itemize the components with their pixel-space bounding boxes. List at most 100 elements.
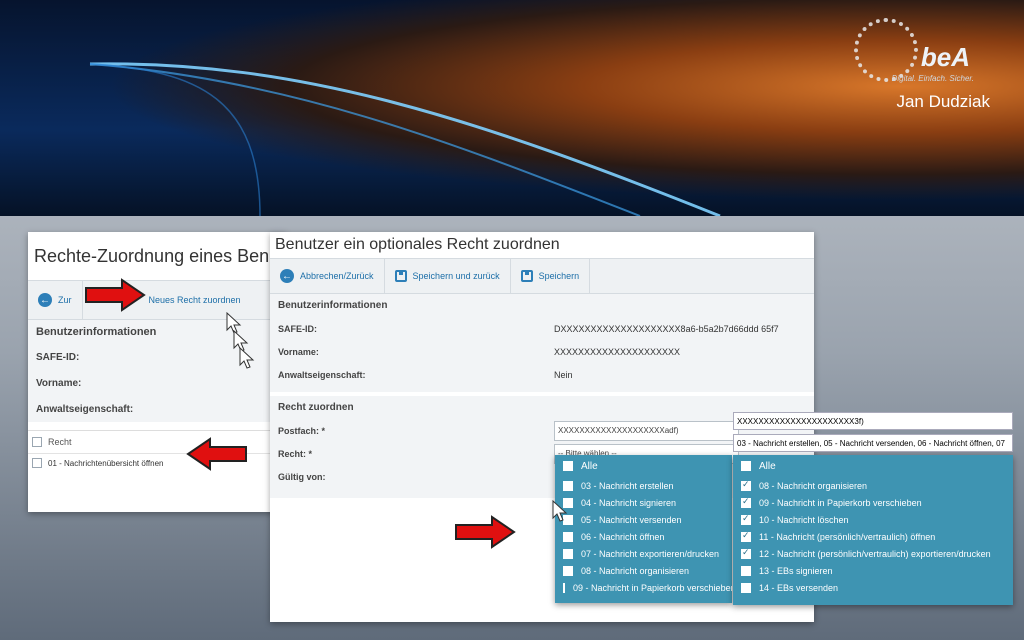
user-info-section: Benutzerinformationen SAFE-ID: DXXXXXXXX… <box>270 294 814 392</box>
lawyer-row: Anwaltseigenschaft: <box>28 396 286 422</box>
option-label: 09 - Nachricht in Papierkorb verschieben <box>573 582 732 593</box>
option-checkbox[interactable] <box>741 479 751 491</box>
lawyer-row: Anwaltseigenschaft: Nein <box>270 363 814 386</box>
field-label: SAFE-ID: <box>278 323 317 334</box>
cancel-label: Abbrechen/Zurück <box>300 271 374 281</box>
option-label: Alle <box>581 460 598 472</box>
option-all[interactable]: Alle <box>555 455 732 477</box>
field-label: Anwaltseigenschaft: <box>36 403 134 415</box>
list-item[interactable]: 03 - Nachricht erstellen <box>555 477 732 494</box>
firstname-value: XXXXXXXXXXXXXXXXXXXXX <box>554 346 681 357</box>
option-label: 08 - Nachricht organisieren <box>581 565 690 576</box>
option-checkbox[interactable] <box>741 565 751 576</box>
presentation-banner: beA Digital. Einfach. Sicher. Jan Dudzia… <box>0 0 1024 216</box>
save-back-label: Speichern und zurück <box>412 271 500 281</box>
cancel-back-button[interactable]: ← Abbrechen/Zurück <box>270 259 385 293</box>
option-checkbox[interactable] <box>563 582 565 593</box>
option-checkbox[interactable] <box>741 530 751 542</box>
option-label: 03 - Nachricht erstellen <box>581 480 674 491</box>
save-disk-icon <box>520 270 533 282</box>
option-label: 05 - Nachricht versenden <box>581 514 682 525</box>
firstname-row: Vorname: <box>28 370 286 396</box>
option-label: 06 - Nachricht öffnen <box>581 531 665 542</box>
list-item[interactable]: 08 - Nachricht organisieren <box>733 477 1013 494</box>
option-label: 04 - Nachricht signieren <box>581 497 677 508</box>
recht-selected-summary[interactable]: 03 - Nachricht erstellen, 05 - Nachricht… <box>733 434 1013 452</box>
option-checkbox[interactable] <box>563 480 573 491</box>
safe-id-row: SAFE-ID: DXXXXXXXXXXXXXXXXXXXX8a6-b5a2b7… <box>270 317 814 340</box>
field-label: Recht: * <box>278 448 313 459</box>
bea-emblem-icon <box>854 18 918 82</box>
bea-logo: beA Digital. Einfach. Sicher. Jan Dudzia… <box>840 18 990 118</box>
option-label: Alle <box>759 460 776 472</box>
option-label: 11 - Nachricht (persönlich/vertraulich) … <box>759 531 936 542</box>
list-item[interactable]: 12 - Nachricht (persönlich/vertraulich) … <box>733 545 1013 562</box>
option-checkbox[interactable] <box>741 547 751 559</box>
lawyer-value: Nein <box>554 369 573 380</box>
page-title: Rechte-Zuordnung eines Benu <box>34 246 280 266</box>
field-label: Anwaltseigenschaft: <box>278 369 366 380</box>
brand-name: beA <box>920 42 970 72</box>
page-title: Benutzer ein optionales Recht zuordnen <box>275 236 560 253</box>
red-arrow-icon <box>85 278 146 312</box>
list-item[interactable]: 11 - Nachricht (persönlich/vertraulich) … <box>733 528 1013 545</box>
option-label: 07 - Nachricht exportieren/drucken <box>581 548 720 559</box>
option-all[interactable]: Alle <box>733 455 1013 477</box>
list-item[interactable]: 09 - Nachricht in Papierkorb verschieben <box>733 494 1013 511</box>
brand-tagline: Digital. Einfach. Sicher. <box>891 74 974 83</box>
save-and-back-button[interactable]: Speichern und zurück <box>385 259 511 293</box>
option-checkbox[interactable] <box>741 461 751 471</box>
mouse-cursor-icon <box>239 347 255 369</box>
option-label: 10 - Nachricht löschen <box>759 514 849 525</box>
recht-dropdown-list[interactable]: Alle 03 - Nachricht erstellen 04 - Nachr… <box>555 455 732 603</box>
select-all-checkbox[interactable] <box>32 437 42 447</box>
list-item[interactable]: 05 - Nachricht versenden <box>555 511 732 528</box>
list-item[interactable]: 14 - EBs versenden <box>733 579 1013 596</box>
field-label: Vorname: <box>278 346 319 357</box>
save-label: Speichern <box>538 271 580 281</box>
section-heading: Benutzerinformationen <box>278 300 388 311</box>
safe-id-value: DXXXXXXXXXXXXXXXXXXXX8a6-b5a2b7d66ddd 65… <box>554 323 779 334</box>
option-checkbox[interactable] <box>563 565 573 576</box>
firstname-row: Vorname: XXXXXXXXXXXXXXXXXXXXX <box>270 340 814 363</box>
postfach-select-overlay[interactable]: XXXXXXXXXXXXXXXXXXXXXX3f) <box>733 412 1013 430</box>
option-label: 09 - Nachricht in Papierkorb verschieben <box>759 497 922 508</box>
new-right-label: Neues Recht zuordnen <box>148 295 241 305</box>
row-label: 01 - Nachrichtenübersicht öffnen <box>48 458 164 468</box>
column-header-recht: Recht <box>48 437 72 447</box>
list-item[interactable]: 09 - Nachricht in Papierkorb verschieben <box>555 579 732 596</box>
field-label: Vorname: <box>36 377 82 389</box>
option-checkbox[interactable] <box>563 531 573 542</box>
option-label: 13 - EBs signieren <box>759 565 833 576</box>
save-button[interactable]: Speichern <box>511 259 591 293</box>
option-checkbox[interactable] <box>741 513 751 525</box>
option-label: 14 - EBs versenden <box>759 582 839 593</box>
list-item[interactable]: 04 - Nachricht signieren <box>555 494 732 511</box>
option-checkbox[interactable] <box>563 461 573 471</box>
option-checkbox[interactable] <box>741 496 751 508</box>
row-checkbox[interactable] <box>32 458 42 468</box>
list-item[interactable]: 06 - Nachricht öffnen <box>555 528 732 545</box>
recht-dropdown-list-checked[interactable]: Alle 08 - Nachricht organisieren 09 - Na… <box>733 455 1013 605</box>
option-checkbox[interactable] <box>563 548 573 559</box>
option-label: 08 - Nachricht organisieren <box>759 480 868 491</box>
field-label: Gültig von: <box>278 471 326 482</box>
back-label: Zur <box>58 295 72 305</box>
back-button[interactable]: ← Zur <box>28 281 83 319</box>
back-arrow-icon: ← <box>280 269 294 283</box>
list-item[interactable]: 07 - Nachricht exportieren/drucken <box>555 545 732 562</box>
list-item[interactable]: 10 - Nachricht löschen <box>733 511 1013 528</box>
presenter-name: Jan Dudziak <box>896 92 990 111</box>
mouse-cursor-icon <box>552 500 568 522</box>
list-item[interactable]: 08 - Nachricht organisieren <box>555 562 732 579</box>
red-arrow-icon <box>186 437 247 471</box>
option-checkbox[interactable] <box>741 582 751 593</box>
list-item[interactable]: 13 - EBs signieren <box>733 562 1013 579</box>
field-label: Postfach: * <box>278 425 326 436</box>
back-arrow-icon: ← <box>38 293 52 307</box>
red-arrow-icon <box>455 515 516 549</box>
toolbar: ← Zur Neues Recht zuordnen <box>28 280 286 320</box>
field-label: SAFE-ID: <box>36 351 80 363</box>
postfach-select[interactable]: XXXXXXXXXXXXXXXXXXXXadf) <box>554 420 739 441</box>
toolbar: ← Abbrechen/Zurück Speichern und zurück … <box>270 258 814 294</box>
